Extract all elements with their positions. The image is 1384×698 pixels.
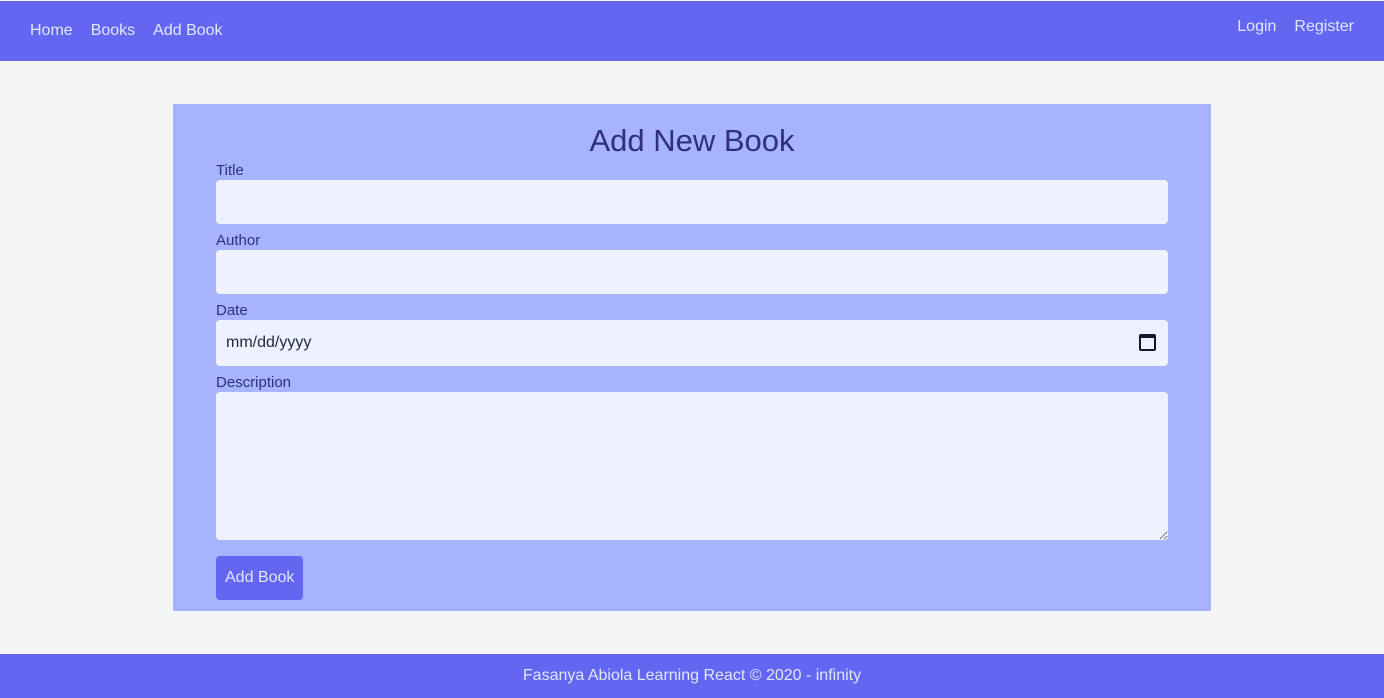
title-input[interactable] — [216, 180, 1168, 224]
nav-right-group: Login Register — [1237, 18, 1354, 36]
date-label: Date — [216, 302, 248, 319]
footer: Fasanya Abiola Learning React © 2020 - i… — [0, 654, 1384, 698]
nav-link-home[interactable]: Home — [30, 22, 73, 40]
author-input[interactable] — [216, 250, 1168, 294]
date-input[interactable] — [216, 320, 1168, 366]
add-book-button[interactable]: Add Book — [216, 556, 304, 600]
description-textarea[interactable] — [216, 392, 1168, 540]
nav-link-login[interactable]: Login — [1237, 18, 1276, 36]
nav-link-register[interactable]: Register — [1294, 18, 1354, 36]
title-label: Title — [216, 162, 244, 179]
date-field[interactable]: mm/dd/yyyy — [216, 320, 1168, 366]
author-label: Author — [216, 232, 261, 249]
calendar-icon[interactable] — [1139, 334, 1156, 351]
add-book-card: Add New Book Title Author Date mm/dd/yyy… — [173, 104, 1211, 611]
nav-link-books[interactable]: Books — [91, 22, 135, 40]
top-navbar: Home Books Add Book Login Register — [0, 1, 1384, 61]
nav-left-group: Home Books Add Book — [30, 22, 223, 40]
page-title: Add New Book — [589, 123, 795, 158]
nav-link-add-book[interactable]: Add Book — [153, 22, 222, 40]
footer-text: Fasanya Abiola Learning React © 2020 - i… — [522, 667, 862, 684]
date-placeholder: mm/dd/yyyy — [226, 334, 312, 351]
description-label: Description — [216, 374, 292, 391]
